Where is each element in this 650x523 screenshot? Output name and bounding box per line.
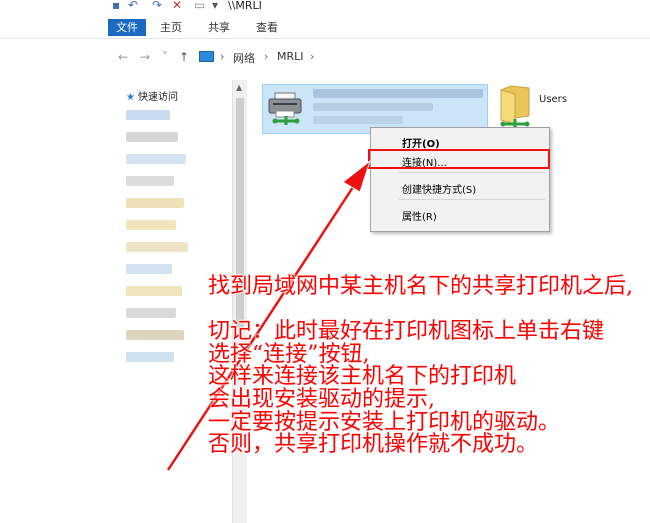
annotation-text: 找到局域网中某主机名下的共享打印机之后, ​ 切记：此时最好在打印机图标上单击右… — [208, 274, 633, 458]
annotation-line: 找到局域网中某主机名下的共享打印机之后, — [208, 274, 633, 299]
annotation-line: 会出现安装驱动的提示, — [208, 386, 435, 412]
annotation-line: 选择“连接”按钮, — [208, 341, 370, 367]
annotation-line: ​ — [208, 299, 633, 322]
annotation-line: 这样来连接该主机名下的打印机 — [208, 364, 517, 390]
annotation-line: 否则，共享打印机操作就不成功。 — [208, 432, 539, 458]
annotation-line: 切记：此时最好在打印机图标上单击右键 — [208, 319, 605, 345]
annotation-line: 一定要按提示安装上打印机的驱动。 — [208, 409, 561, 435]
